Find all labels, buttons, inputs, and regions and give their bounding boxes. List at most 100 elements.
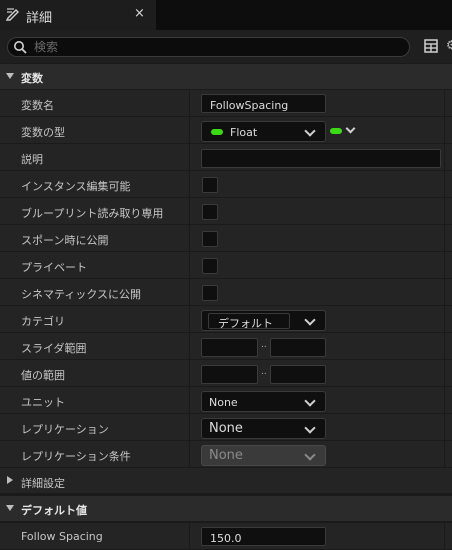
row-label: レプリケーション条件: [21, 450, 131, 463]
dropdown-value: None: [209, 421, 243, 436]
variable-type-dropdown[interactable]: Float: [201, 121, 326, 142]
slider-range-max-field[interactable]: [270, 338, 326, 357]
chevron-down-icon[interactable]: [345, 123, 356, 134]
pencil-icon: [5, 8, 19, 21]
column-divider: [189, 171, 190, 197]
collapse-arrow-icon: [6, 73, 14, 79]
tab-details[interactable]: 詳細 ×: [0, 0, 156, 30]
column-divider: [444, 144, 445, 170]
expand-arrow-icon: [7, 476, 13, 484]
variable-name-field[interactable]: FollowSpacing: [201, 94, 326, 113]
category-combo[interactable]: デフォルト: [201, 310, 326, 331]
column-divider: [189, 279, 190, 305]
row-units: ユニット None: [0, 387, 452, 414]
row-value-range: 値の範囲 ..: [0, 360, 452, 387]
dropdown-value: None: [209, 448, 243, 463]
column-divider: [189, 306, 190, 332]
column-divider: [444, 171, 445, 197]
row-label: 変数名: [21, 99, 54, 112]
search-input[interactable]: [34, 39, 404, 55]
container-type-pill-icon[interactable]: [330, 128, 342, 134]
replication-dropdown[interactable]: None: [201, 418, 326, 439]
column-divider: [189, 441, 190, 467]
private-checkbox[interactable]: [202, 258, 218, 274]
float-type-pill-icon: [211, 129, 223, 135]
column-divider: [189, 198, 190, 224]
close-icon[interactable]: ×: [134, 6, 145, 21]
table-view-icon[interactable]: [424, 39, 438, 53]
column-divider: [444, 306, 445, 332]
row-label: レプリケーション: [21, 423, 109, 436]
chevron-down-icon: [304, 125, 316, 137]
search-box: [7, 37, 410, 57]
row-label: Follow Spacing: [21, 530, 103, 543]
row-label: シネマティックスに公開: [21, 288, 142, 301]
section-title: デフォルト値: [21, 504, 87, 517]
value-range-min-field[interactable]: [201, 365, 258, 384]
row-instance-editable: インスタンス編集可能: [0, 171, 452, 198]
tab-title: 詳細: [26, 11, 53, 26]
row-label: ブループリント読み取り専用: [21, 207, 164, 220]
advanced-settings-label: 詳細設定: [21, 477, 65, 490]
column-divider: [444, 414, 445, 440]
column-divider: [189, 144, 190, 170]
category-input[interactable]: デフォルト: [208, 313, 290, 330]
column-divider: [444, 252, 445, 278]
row-replication: レプリケーション None: [0, 414, 452, 441]
row-category: カテゴリ デフォルト: [0, 306, 452, 333]
field-value: デフォルト: [218, 317, 273, 330]
column-divider: [444, 441, 445, 467]
expose-cinematics-checkbox[interactable]: [202, 285, 218, 301]
dropdown-value: Float: [230, 126, 258, 139]
chevron-down-icon: [304, 422, 316, 434]
column-divider: [189, 523, 190, 549]
row-expose-on-spawn: スポーン時に公開: [0, 225, 452, 252]
description-field[interactable]: [201, 149, 441, 168]
row-label: スライダ範囲: [21, 342, 87, 355]
chevron-down-icon: [304, 314, 316, 326]
settings-icon[interactable]: ⚙: [446, 38, 452, 54]
row-description: 説明: [0, 144, 452, 171]
chevron-down-icon: [304, 395, 316, 407]
chevron-down-icon: [304, 449, 316, 461]
row-label: 値の範囲: [21, 369, 65, 382]
search-icon: [14, 41, 27, 54]
range-separator: ..: [261, 367, 267, 377]
column-divider: [189, 90, 190, 116]
section-default-value[interactable]: デフォルト値: [0, 496, 452, 522]
field-value: 150.0: [210, 532, 242, 545]
row-label: インスタンス編集可能: [21, 180, 131, 193]
row-label: 変数の型: [21, 126, 65, 139]
search-bar: [0, 30, 452, 63]
units-dropdown[interactable]: None: [201, 391, 326, 412]
field-value: FollowSpacing: [210, 99, 289, 112]
column-divider: [444, 225, 445, 251]
row-slider-range: スライダ範囲 ..: [0, 333, 452, 360]
row-replication-condition: レプリケーション条件 None: [0, 441, 452, 468]
dropdown-value: None: [209, 396, 238, 409]
row-blueprint-readonly: ブループリント読み取り専用: [0, 198, 452, 225]
column-divider: [444, 387, 445, 413]
row-expose-cinematics: シネマティックスに公開: [0, 279, 452, 306]
section-title: 変数: [21, 72, 43, 85]
slider-range-min-field[interactable]: [201, 338, 258, 357]
row-label: スポーン時に公開: [21, 234, 109, 247]
blueprint-readonly-checkbox[interactable]: [202, 204, 218, 220]
advanced-settings-expander[interactable]: 詳細設定: [0, 468, 452, 494]
instance-editable-checkbox[interactable]: [202, 177, 218, 193]
collapse-arrow-icon: [6, 505, 14, 511]
column-divider: [189, 225, 190, 251]
column-divider: [189, 360, 190, 386]
range-separator: ..: [261, 340, 267, 350]
row-variable-type: 変数の型 Float: [0, 117, 452, 144]
section-variable[interactable]: 変数: [0, 64, 452, 90]
column-divider: [444, 198, 445, 224]
value-range-max-field[interactable]: [270, 365, 326, 384]
column-divider: [444, 117, 445, 143]
expose-on-spawn-checkbox[interactable]: [202, 231, 218, 247]
column-divider: [444, 90, 445, 116]
column-divider: [444, 333, 445, 359]
follow-spacing-field[interactable]: 150.0: [201, 527, 326, 546]
column-divider: [189, 333, 190, 359]
column-divider: [189, 252, 190, 278]
